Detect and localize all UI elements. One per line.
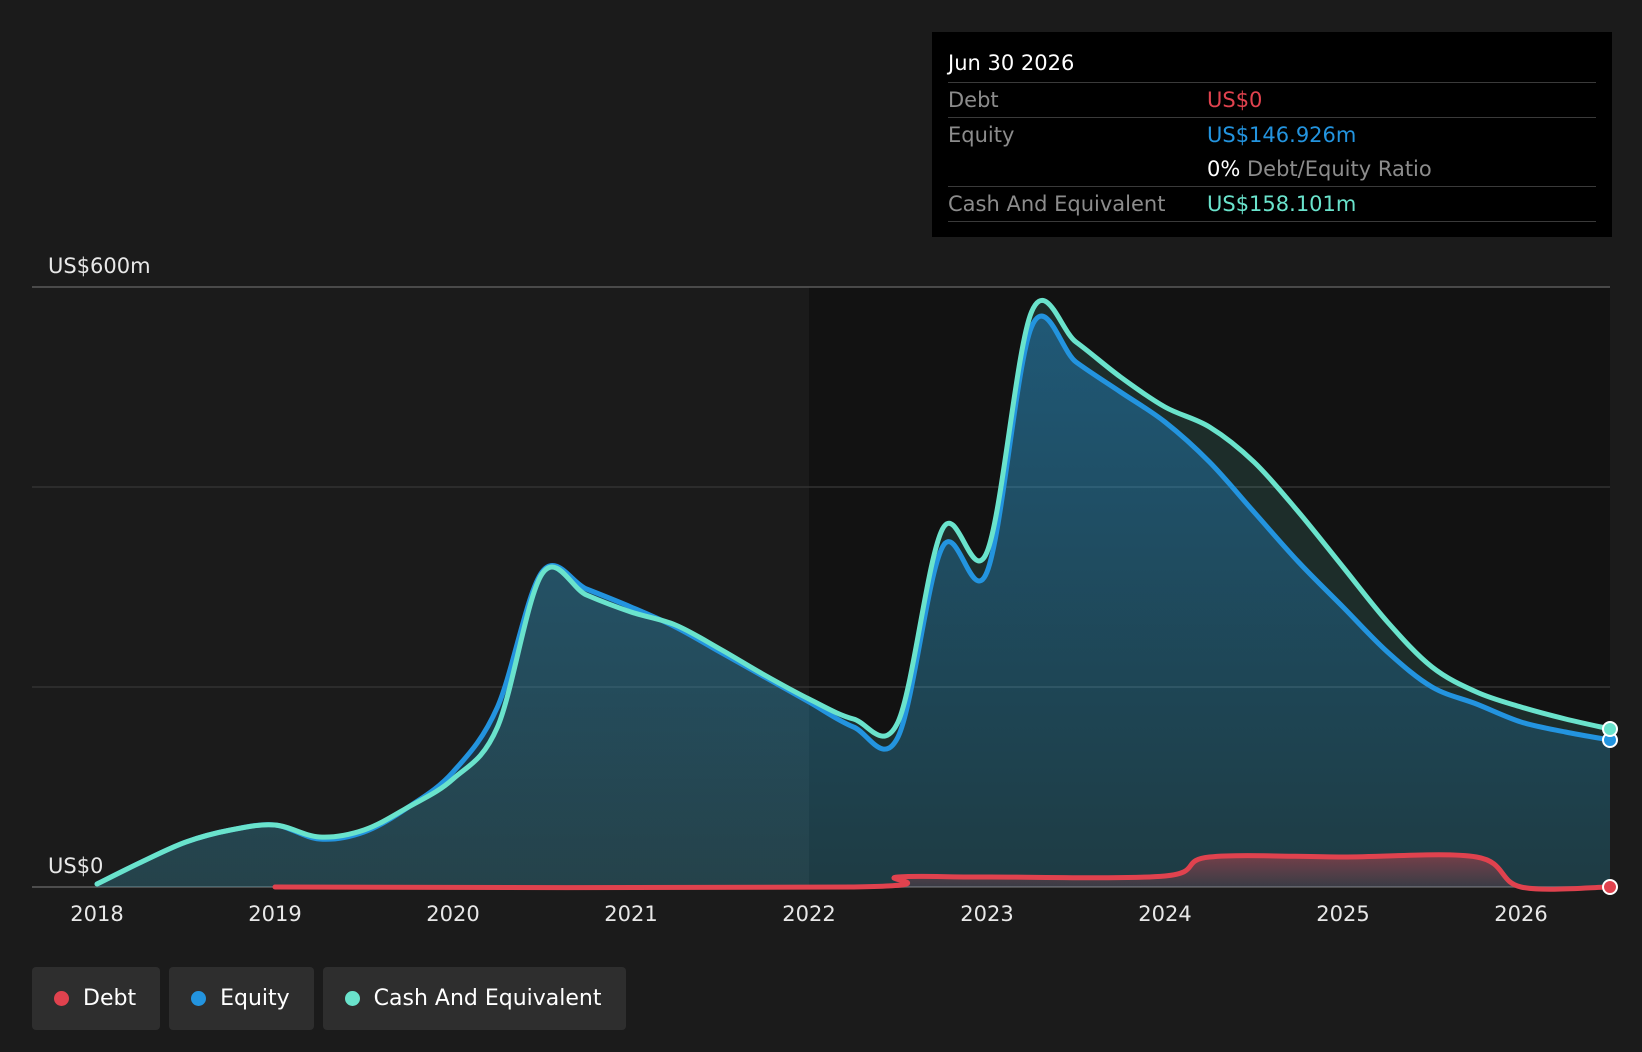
tooltip-row-ratio: 0% Debt/Equity Ratio <box>948 152 1596 187</box>
x-tick-label: 2024 <box>1138 902 1191 926</box>
x-tick-label: 2023 <box>960 902 1013 926</box>
legend-item-debt[interactable]: Debt <box>32 967 161 1030</box>
x-tick-label: 2018 <box>70 902 123 926</box>
tooltip-row-equity: Equity US$146.926m <box>948 118 1596 152</box>
x-tick-label: 2021 <box>604 902 657 926</box>
x-tick-label: 2022 <box>782 902 835 926</box>
tooltip-row-debt: Debt US$0 <box>948 83 1596 118</box>
cash-end-marker[interactable] <box>1602 721 1618 737</box>
legend-item-equity[interactable]: Equity <box>169 967 314 1030</box>
tooltip-equity-value: US$146.926m <box>1207 123 1357 147</box>
x-tick-label: 2019 <box>248 902 301 926</box>
equity-dot-icon <box>191 991 207 1006</box>
cash-dot-icon <box>344 991 360 1006</box>
x-tick-label: 2025 <box>1316 902 1369 926</box>
tooltip-cash-value: US$158.101m <box>1207 192 1357 216</box>
tooltip-ratio-label: Debt/Equity Ratio <box>1247 157 1432 181</box>
legend-debt-label: Debt <box>83 986 137 1011</box>
legend-cash-label: Cash And Equivalent <box>373 986 602 1011</box>
tooltip-debt-value: US$0 <box>1207 88 1263 112</box>
legend-equity-label: Equity <box>220 986 290 1011</box>
tooltip-ratio-value: 0% <box>1207 157 1241 181</box>
legend-item-cash[interactable]: Cash And Equivalent <box>322 967 626 1030</box>
tooltip-cash-label: Cash And Equivalent <box>948 192 1166 216</box>
y-tick-label: US$600m <box>48 254 151 278</box>
data-tooltip: Jun 30 2026 Debt US$0 Equity US$146.926m… <box>932 32 1612 237</box>
debt-dot-icon <box>54 991 69 1006</box>
x-tick-label: 2020 <box>426 902 479 926</box>
tooltip-debt-label: Debt <box>948 88 999 112</box>
x-tick-label: 2026 <box>1494 902 1547 926</box>
tooltip-equity-label: Equity <box>948 123 1015 147</box>
tooltip-date: Jun 30 2026 <box>948 44 1596 83</box>
y-tick-label: US$0 <box>48 854 103 878</box>
chart-legend: Debt Equity Cash And Equivalent <box>32 967 626 1030</box>
debt-end-marker[interactable] <box>1602 879 1618 895</box>
tooltip-row-cash: Cash And Equivalent US$158.101m <box>948 187 1596 222</box>
